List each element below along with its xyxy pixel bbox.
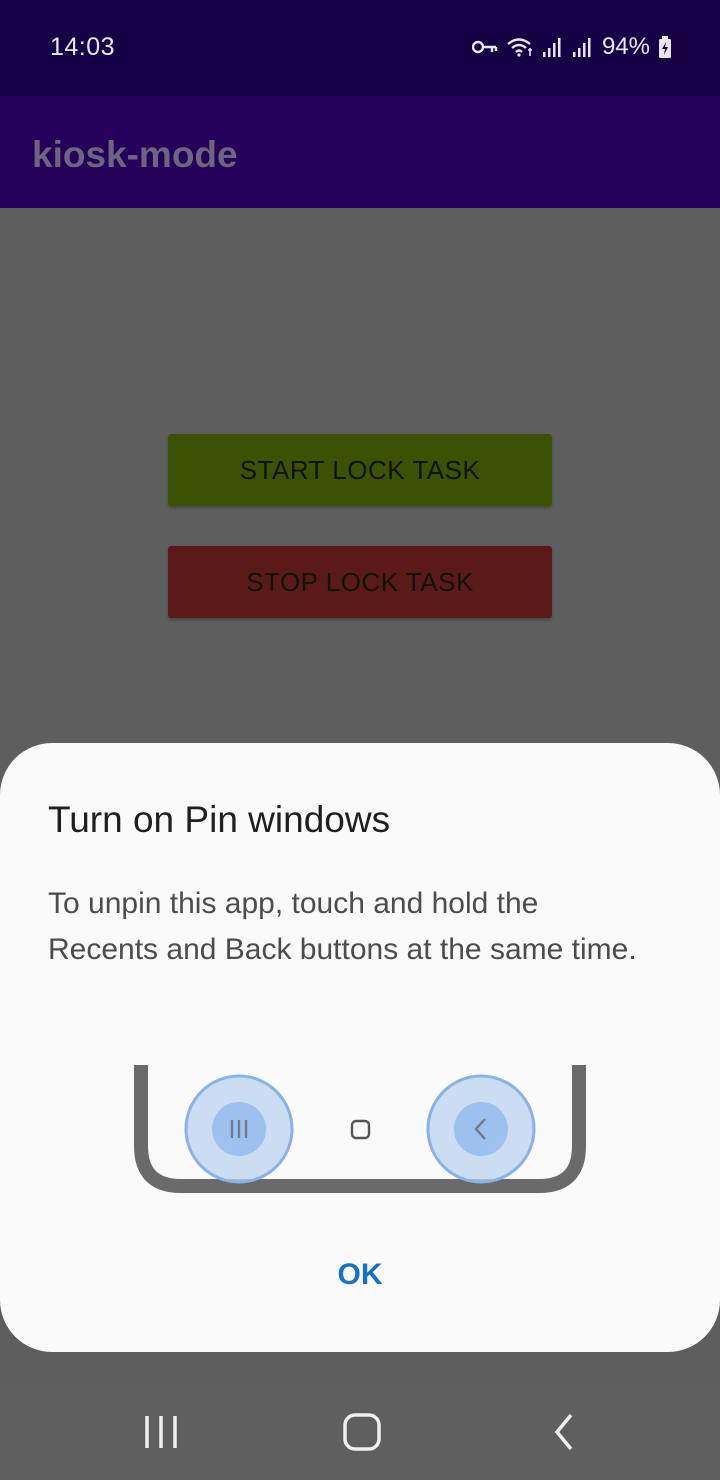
status-time: 14:03 (50, 33, 116, 61)
nav-recents-button[interactable] (113, 1402, 209, 1462)
app-title: kiosk-mode (32, 134, 238, 175)
back-icon (426, 1074, 536, 1184)
home-icon (343, 1413, 381, 1451)
dialog-title: Turn on Pin windows (48, 799, 391, 840)
status-bar: 14:03 94% (0, 0, 720, 96)
wifi-icon (507, 38, 532, 57)
pin-windows-dialog: Turn on Pin windows To unpin this app, t… (0, 743, 720, 1352)
nav-home-button[interactable] (314, 1402, 410, 1462)
key-icon (471, 40, 498, 54)
signal-icon (572, 38, 591, 57)
start-lock-task-button[interactable]: START LOCK TASK (168, 434, 552, 506)
pin-illustration (134, 1065, 586, 1193)
signal-icon (542, 38, 561, 57)
battery-charging-icon (659, 36, 671, 58)
ok-button[interactable]: OK (300, 1250, 420, 1300)
recents-icon (145, 1416, 177, 1448)
home-icon (350, 1119, 371, 1140)
recents-icon (184, 1074, 294, 1184)
battery-percent: 94% (601, 33, 650, 60)
nav-back-button[interactable] (516, 1402, 612, 1462)
back-icon (554, 1413, 573, 1451)
stop-lock-task-button[interactable]: STOP LOCK TASK (168, 546, 552, 618)
status-icons: 94% (471, 33, 672, 61)
dialog-message: To unpin this app, touch and hold the Re… (48, 887, 637, 966)
navigation-bar (0, 1384, 720, 1480)
